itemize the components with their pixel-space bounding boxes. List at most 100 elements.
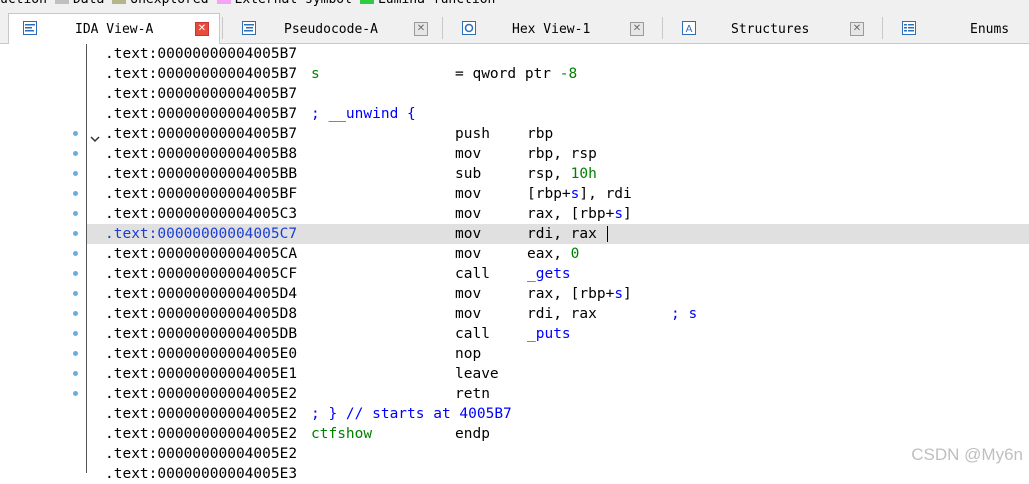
listing-line[interactable]: .text:00000000004005B7 s = qword ptr -8 <box>87 64 1029 84</box>
stack-var-definition: = qword ptr -8 <box>455 64 577 84</box>
instruction-operands: [rbp+s], rdi <box>527 184 632 204</box>
operand-number: 10h <box>570 166 597 182</box>
listing-line[interactable]: .text:00000000004005BB sub rsp, 10h <box>87 164 1029 184</box>
tab-ida-view-a[interactable]: IDA View-A ✕ <box>8 13 220 44</box>
listing-line[interactable]: .text:00000000004005D8 mov rdi, rax ; s <box>87 304 1029 324</box>
listing-line[interactable]: .text:00000000004005E1 leave <box>87 364 1029 384</box>
close-tab-icon[interactable]: ✕ <box>630 22 644 36</box>
breakpoint-dot-icon[interactable] <box>73 251 78 256</box>
legend-label: External symbol <box>235 0 352 7</box>
collapse-chevron-icon[interactable] <box>90 129 100 143</box>
listing-line[interactable]: .text:00000000004005E2 ctfshow endp <box>87 424 1029 444</box>
breakpoint-dot-icon[interactable] <box>73 371 78 376</box>
listing-line[interactable]: .text:00000000004005E3 <box>87 464 1029 484</box>
operand-text: [rbp+ <box>527 186 571 202</box>
operand-comment: ; s <box>671 306 698 322</box>
tab-pseudocode-a[interactable]: Pseudocode-A ✕ <box>228 14 436 43</box>
tab-label: Structures <box>731 22 810 37</box>
line-address: .text:00000000004005B7 <box>105 106 298 122</box>
definition-text: = qword ptr <box>455 66 560 82</box>
line-address: .text:00000000004005B7 <box>105 46 298 62</box>
listing-line[interactable]: .text:00000000004005B7 ; __unwind { <box>87 104 1029 124</box>
tab-label: IDA View-A <box>75 22 154 37</box>
line-address: .text:00000000004005C3 <box>105 206 298 222</box>
listing-line[interactable]: .text:00000000004005C7 mov rdi, rax <box>87 224 1029 244</box>
listing-line[interactable]: .text:00000000004005D4 mov rax, [rbp+s] <box>87 284 1029 304</box>
listing-line[interactable]: .text:00000000004005B7 <box>87 44 1029 64</box>
listing-line[interactable]: .text:00000000004005CF call _gets <box>87 264 1029 284</box>
line-address: .text:00000000004005E2 <box>105 426 298 442</box>
instruction-operands: eax, 0 <box>527 244 579 264</box>
listing-line[interactable]: .text:00000000004005B7 push rbp <box>87 124 1029 144</box>
tab-enums[interactable]: Enums <box>888 14 1029 43</box>
listing-line[interactable]: .text:00000000004005E2 ; } // starts at 4… <box>87 404 1029 424</box>
line-address: .text:00000000004005E1 <box>105 366 298 382</box>
operand-text: rdi, rax <box>527 226 597 242</box>
structures-icon: A <box>682 20 696 35</box>
operand-symbol[interactable]: s <box>614 206 623 222</box>
breakpoint-dot-icon[interactable] <box>73 291 78 296</box>
instruction-mnemonic: mov <box>455 186 482 202</box>
arrow-margin <box>0 44 87 473</box>
line-comment: ; __unwind { <box>311 106 416 122</box>
instruction-mnemonic: mov <box>455 246 482 262</box>
breakpoint-dot-icon[interactable] <box>73 151 78 156</box>
instruction-operands: rbp <box>527 124 553 144</box>
pseudocode-icon <box>242 20 256 35</box>
legend-label: Unexplored <box>130 0 208 7</box>
operand-symbol[interactable]: _puts <box>527 326 571 342</box>
breakpoint-dot-icon[interactable] <box>73 191 78 196</box>
disassembly-listing[interactable]: .text:00000000004005B7 .text:000000000040… <box>87 44 1029 482</box>
legend-swatch <box>216 0 231 4</box>
listing-line[interactable]: .text:00000000004005E0 nop <box>87 344 1029 364</box>
close-tab-icon[interactable]: ✕ <box>850 22 864 36</box>
instruction-operands: rbp, rsp <box>527 144 597 164</box>
line-address: .text:00000000004005B7 <box>105 126 298 142</box>
breakpoint-dot-icon[interactable] <box>73 131 78 136</box>
watermark: CSDN @My6n <box>911 445 1023 464</box>
line-address: .text:00000000004005B7 <box>105 66 298 82</box>
operand-text: rbp <box>527 126 554 142</box>
listing-line[interactable]: .text:00000000004005B7 <box>87 84 1029 104</box>
breakpoint-dot-icon[interactable] <box>73 331 78 336</box>
instruction-mnemonic: mov <box>455 306 482 322</box>
definition-offset: -8 <box>559 66 578 82</box>
instruction-operands: _puts <box>527 324 571 344</box>
listing-line[interactable]: .text:00000000004005CA mov eax, 0 <box>87 244 1029 264</box>
ida-view-icon <box>23 20 37 35</box>
instruction-mnemonic: mov <box>455 286 482 302</box>
listing-line[interactable]: .text:00000000004005B8 mov rbp, rsp <box>87 144 1029 164</box>
listing-line[interactable]: .text:00000000004005E2 retn <box>87 384 1029 404</box>
breakpoint-dot-icon[interactable] <box>73 211 78 216</box>
legend-swatch <box>54 0 69 4</box>
instruction-mnemonic: push <box>455 126 490 142</box>
operand-symbol[interactable]: _gets <box>527 266 571 282</box>
text-cursor <box>607 226 608 242</box>
tab-structures[interactable]: A Structures ✕ <box>668 14 878 43</box>
line-address: .text:00000000004005DB <box>105 326 298 342</box>
close-tab-icon[interactable]: ✕ <box>195 22 209 36</box>
tab-separator <box>442 17 443 39</box>
line-address: .text:00000000004005D8 <box>105 306 298 322</box>
breakpoint-dot-icon[interactable] <box>73 171 78 176</box>
listing-line[interactable]: .text:00000000004005C3 mov rax, [rbp+s] <box>87 204 1029 224</box>
instruction-operands: rsp, 10h <box>527 164 597 184</box>
tab-hex-view-1[interactable]: Hex View-1 ✕ <box>448 14 656 43</box>
svg-text:A: A <box>686 24 693 35</box>
instruction-mnemonic: call <box>455 266 490 282</box>
listing-line[interactable]: .text:00000000004005DB call _puts <box>87 324 1029 344</box>
operand-text: rbp, rsp <box>527 146 597 162</box>
breakpoint-dot-icon[interactable] <box>73 391 78 396</box>
listing-line[interactable]: .text:00000000004005E2 <box>87 444 1029 464</box>
close-tab-icon[interactable]: ✕ <box>414 22 428 36</box>
instruction-mnemonic: sub <box>455 166 482 182</box>
operand-tail: ] <box>623 286 632 302</box>
operand-text: eax, <box>527 246 571 262</box>
breakpoint-dot-icon[interactable] <box>73 231 78 236</box>
breakpoint-dot-icon[interactable] <box>73 351 78 356</box>
listing-line[interactable]: .text:00000000004005BF mov [rbp+s], rdi <box>87 184 1029 204</box>
breakpoint-dot-icon[interactable] <box>73 311 78 316</box>
breakpoint-dot-icon[interactable] <box>73 271 78 276</box>
operand-text: rdi, rax <box>527 306 597 322</box>
operand-symbol[interactable]: s <box>614 286 623 302</box>
